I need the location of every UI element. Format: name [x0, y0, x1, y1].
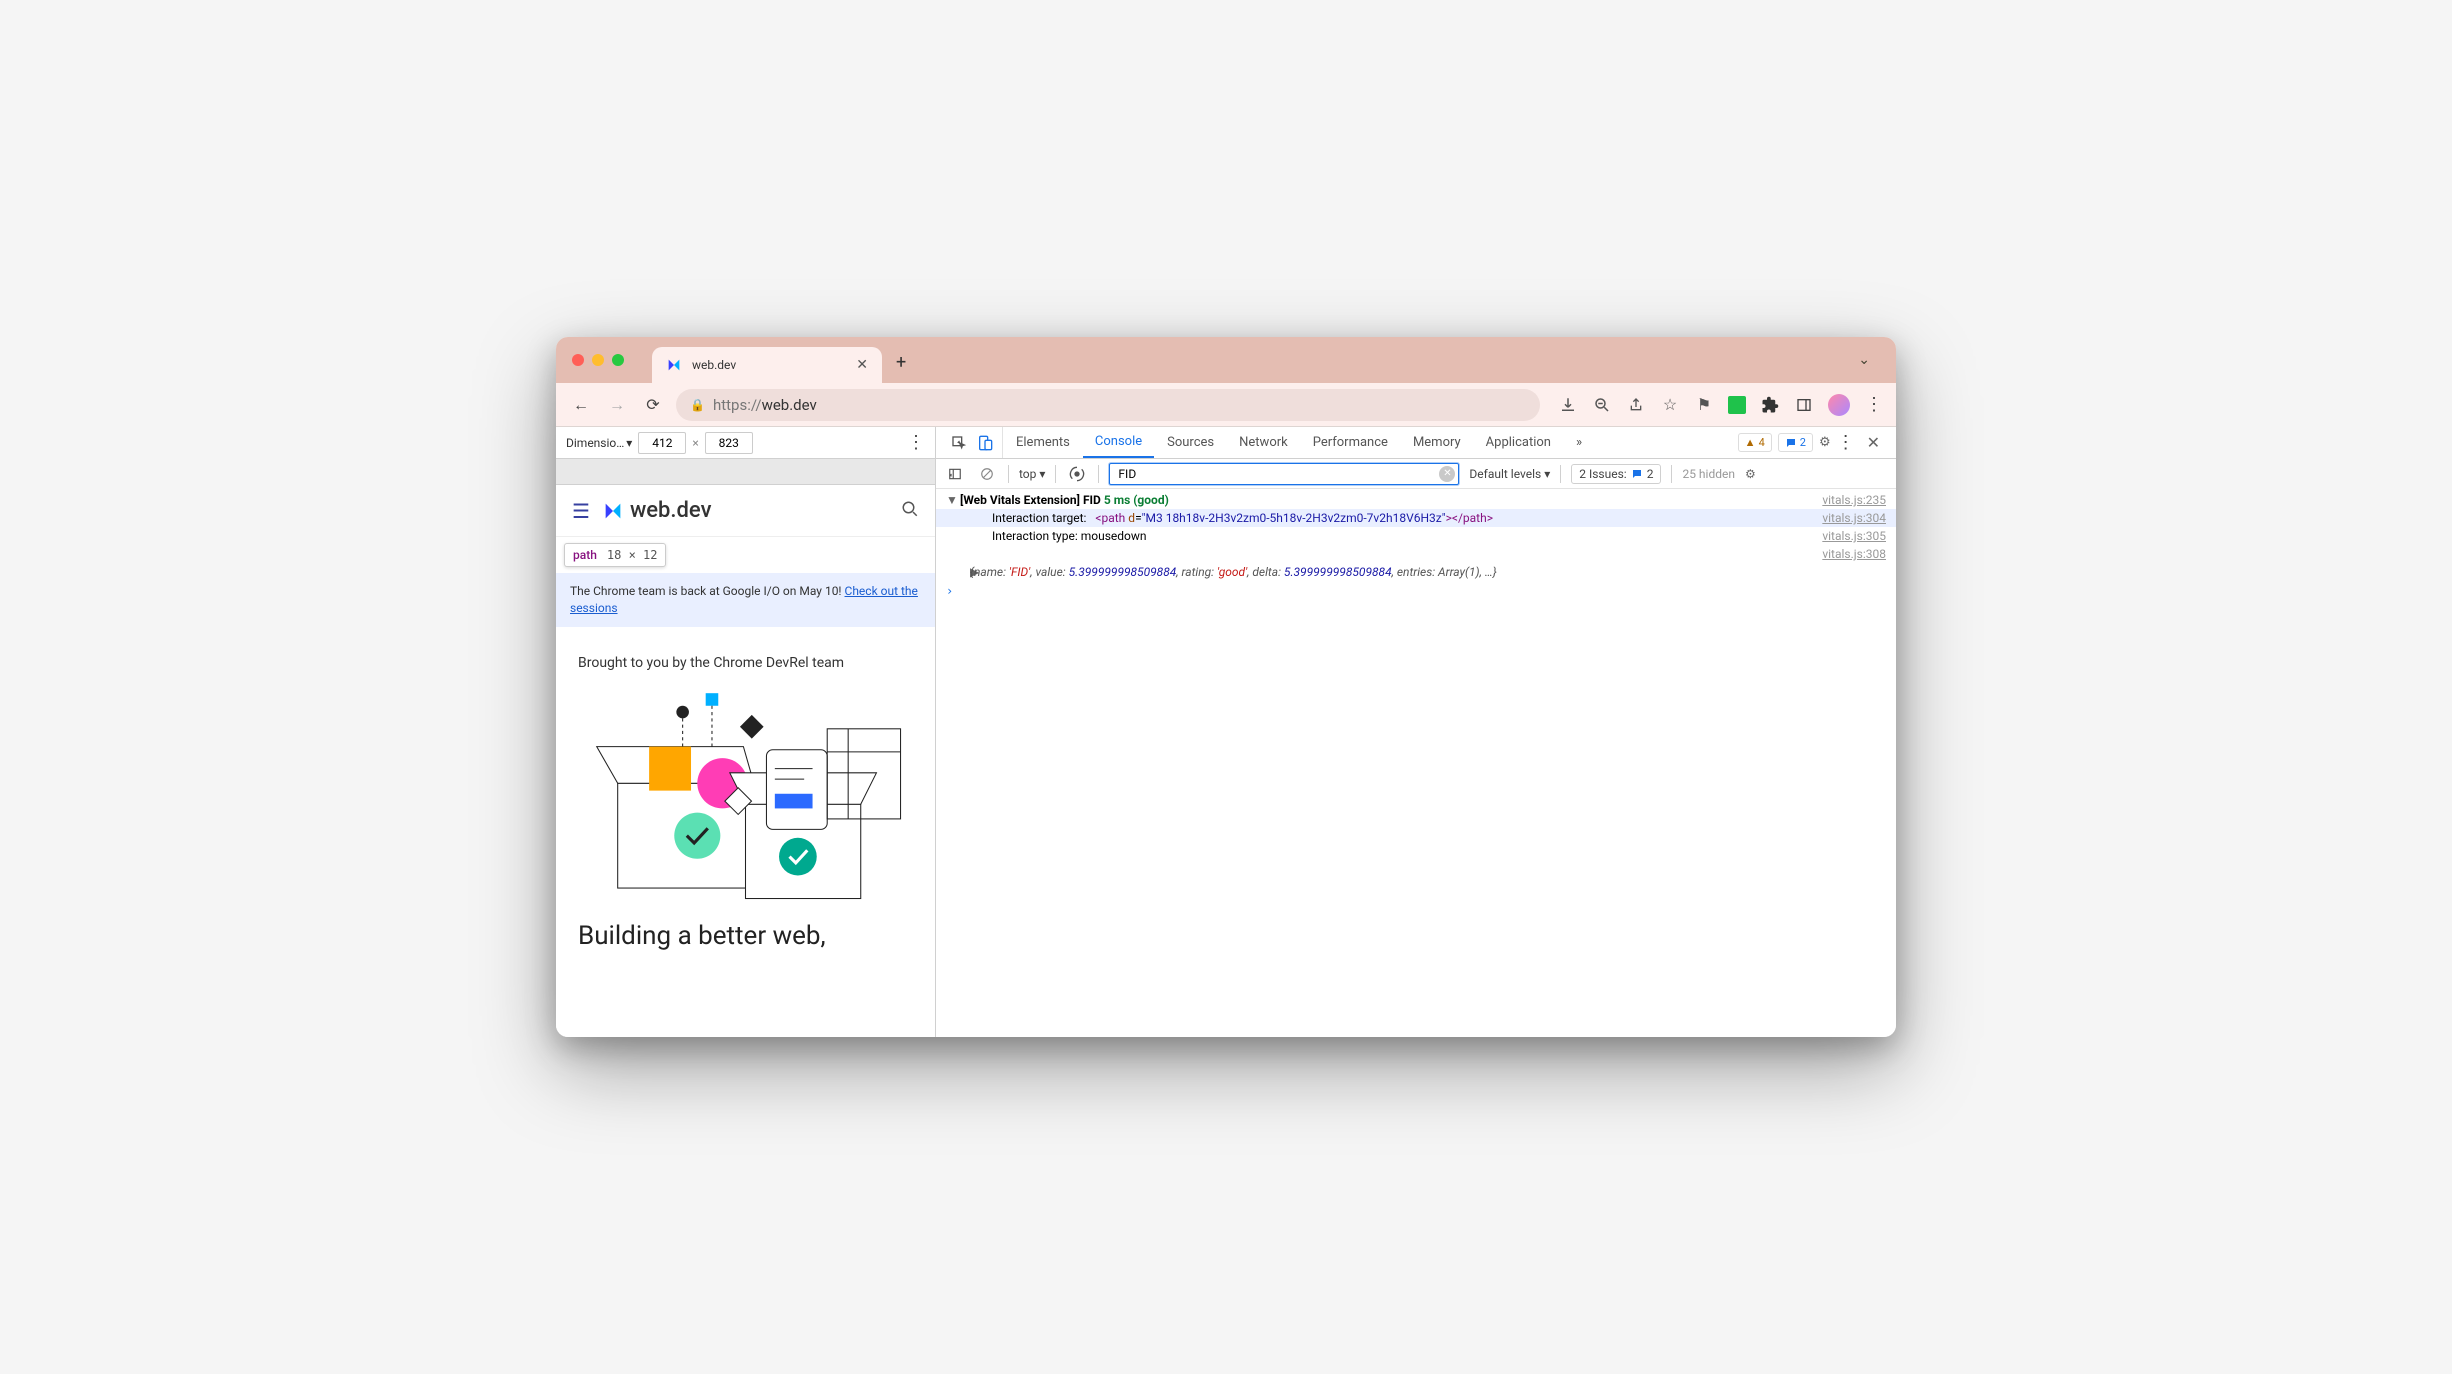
tabstrip: web.dev ✕ + [652, 337, 1848, 383]
messages-badge[interactable]: 2 [1778, 433, 1813, 452]
address-bar[interactable]: 🔒 https://web.dev [676, 389, 1540, 421]
close-devtools-icon[interactable]: ✕ [1861, 433, 1886, 452]
extension-web-vitals-icon[interactable] [1728, 396, 1746, 414]
titlebar: web.dev ✕ + ⌄ [556, 337, 1896, 383]
emulated-viewport: ☰ web.dev path 18 × 12 T [556, 485, 935, 1037]
viewport-height-input[interactable] [705, 432, 753, 454]
sidepanel-icon[interactable] [1794, 395, 1814, 415]
source-link[interactable]: vitals.js:308 [1810, 547, 1886, 561]
console-message[interactable]: ▶ {name: 'FID', value: 5.399999998509884… [936, 563, 1896, 581]
element-inspect-tooltip: path 18 × 12 [564, 543, 666, 567]
section-lead: Brought to you by the Chrome DevRel team [578, 655, 913, 671]
hamburger-icon[interactable]: ☰ [572, 499, 590, 523]
url-text: https://web.dev [713, 396, 817, 414]
flag-icon[interactable]: ⚑ [1694, 395, 1714, 415]
minimize-window[interactable] [592, 354, 604, 366]
announcement-banner: The Chrome team is back at Google I/O on… [556, 573, 935, 627]
tooltip-size: 18 × 12 [607, 548, 658, 562]
devtools-tabstrip: Elements Console Sources Network Perform… [936, 427, 1896, 459]
tabs-more-icon[interactable]: » [1564, 427, 1594, 458]
settings-icon[interactable]: ⚙ [1819, 435, 1831, 450]
warnings-badge[interactable]: ▲ 4 [1738, 433, 1772, 452]
device-toolbar-menu-icon[interactable]: ⋮ [907, 432, 925, 453]
tabs-overflow-icon[interactable]: ⌄ [1848, 346, 1880, 374]
console-output: ▼ [Web Vitals Extension] FID 5 ms (good)… [936, 489, 1896, 1037]
tab-sources[interactable]: Sources [1155, 427, 1226, 458]
browser-tab[interactable]: web.dev ✕ [652, 347, 882, 383]
clear-filter-icon[interactable]: ✕ [1439, 466, 1455, 482]
browser-toolbar: ← → ⟳ 🔒 https://web.dev ☆ ⚑ ⋮ [556, 383, 1896, 427]
context-selector[interactable]: top ▾ [1019, 467, 1045, 481]
console-message[interactable]: Interaction target: <path d="M3 18h18v-2… [936, 509, 1896, 527]
console-filter-input[interactable] [1109, 463, 1459, 485]
close-tab-icon[interactable]: ✕ [856, 357, 868, 373]
device-mode-icon[interactable] [974, 435, 996, 451]
console-message[interactable]: vitals.js:308 [936, 545, 1896, 563]
source-link[interactable]: vitals.js:235 [1810, 493, 1886, 507]
console-filter: ✕ [1109, 463, 1459, 485]
viewport-width-input[interactable] [638, 432, 686, 454]
tab-memory[interactable]: Memory [1401, 427, 1473, 458]
back-button[interactable]: ← [568, 392, 594, 418]
favicon-icon [666, 357, 682, 373]
tab-network[interactable]: Network [1227, 427, 1300, 458]
browser-menu-icon[interactable]: ⋮ [1864, 395, 1884, 415]
dimensions-dropdown[interactable]: Dimensio… ▾ [566, 436, 632, 450]
console-prompt[interactable]: › [936, 581, 1896, 601]
close-window[interactable] [572, 354, 584, 366]
tab-application[interactable]: Application [1474, 427, 1563, 458]
bookmark-icon[interactable]: ☆ [1660, 395, 1680, 415]
search-icon[interactable] [901, 500, 919, 522]
hidden-count: 25 hidden [1682, 467, 1735, 481]
tab-elements[interactable]: Elements [1004, 427, 1082, 458]
dimension-separator: × [692, 436, 698, 450]
lock-icon: 🔒 [690, 398, 705, 412]
profile-avatar[interactable] [1828, 394, 1850, 416]
console-settings-icon[interactable]: ⚙ [1745, 467, 1756, 481]
extensions-icon[interactable] [1760, 395, 1780, 415]
device-toolbar: Dimensio… ▾ × ⋮ [556, 427, 935, 459]
install-icon[interactable] [1558, 395, 1578, 415]
source-link[interactable]: vitals.js:305 [1810, 529, 1886, 543]
site-header: ☰ web.dev [556, 485, 935, 537]
clear-console-icon[interactable] [976, 467, 998, 481]
reload-button[interactable]: ⟳ [640, 392, 666, 418]
toolbar-right-icons: ☆ ⚑ ⋮ [1558, 394, 1884, 416]
hero-illustration [570, 689, 921, 909]
live-expression-icon[interactable] [1066, 466, 1088, 482]
site-brand[interactable]: web.dev [602, 498, 712, 523]
tab-title: web.dev [692, 358, 846, 372]
devtools-menu-icon[interactable]: ⋮ [1837, 432, 1855, 453]
zoom-icon[interactable] [1592, 395, 1612, 415]
window-controls [572, 354, 624, 366]
inspect-icon[interactable] [948, 435, 970, 451]
share-icon[interactable] [1626, 395, 1646, 415]
console-toolbar: top ▾ ✕ Default levels ▾ 2 Issues: 2 25 … [936, 459, 1896, 489]
source-link[interactable]: vitals.js:304 [1810, 511, 1886, 525]
new-tab-button[interactable]: + [896, 352, 906, 373]
log-levels-selector[interactable]: Default levels ▾ [1469, 467, 1550, 481]
tab-performance[interactable]: Performance [1301, 427, 1400, 458]
console-message[interactable]: Interaction type: mousedown vitals.js:30… [936, 527, 1896, 545]
rulers [556, 459, 935, 485]
maximize-window[interactable] [612, 354, 624, 366]
tab-console[interactable]: Console [1083, 427, 1154, 458]
hero-headline: Building a better web, [556, 917, 935, 956]
console-sidebar-toggle-icon[interactable] [944, 467, 966, 481]
tooltip-tagname: path [573, 548, 597, 562]
forward-button[interactable]: → [604, 392, 630, 418]
console-message[interactable]: ▼ [Web Vitals Extension] FID 5 ms (good)… [936, 491, 1896, 509]
issues-button[interactable]: 2 Issues: 2 [1571, 464, 1661, 484]
